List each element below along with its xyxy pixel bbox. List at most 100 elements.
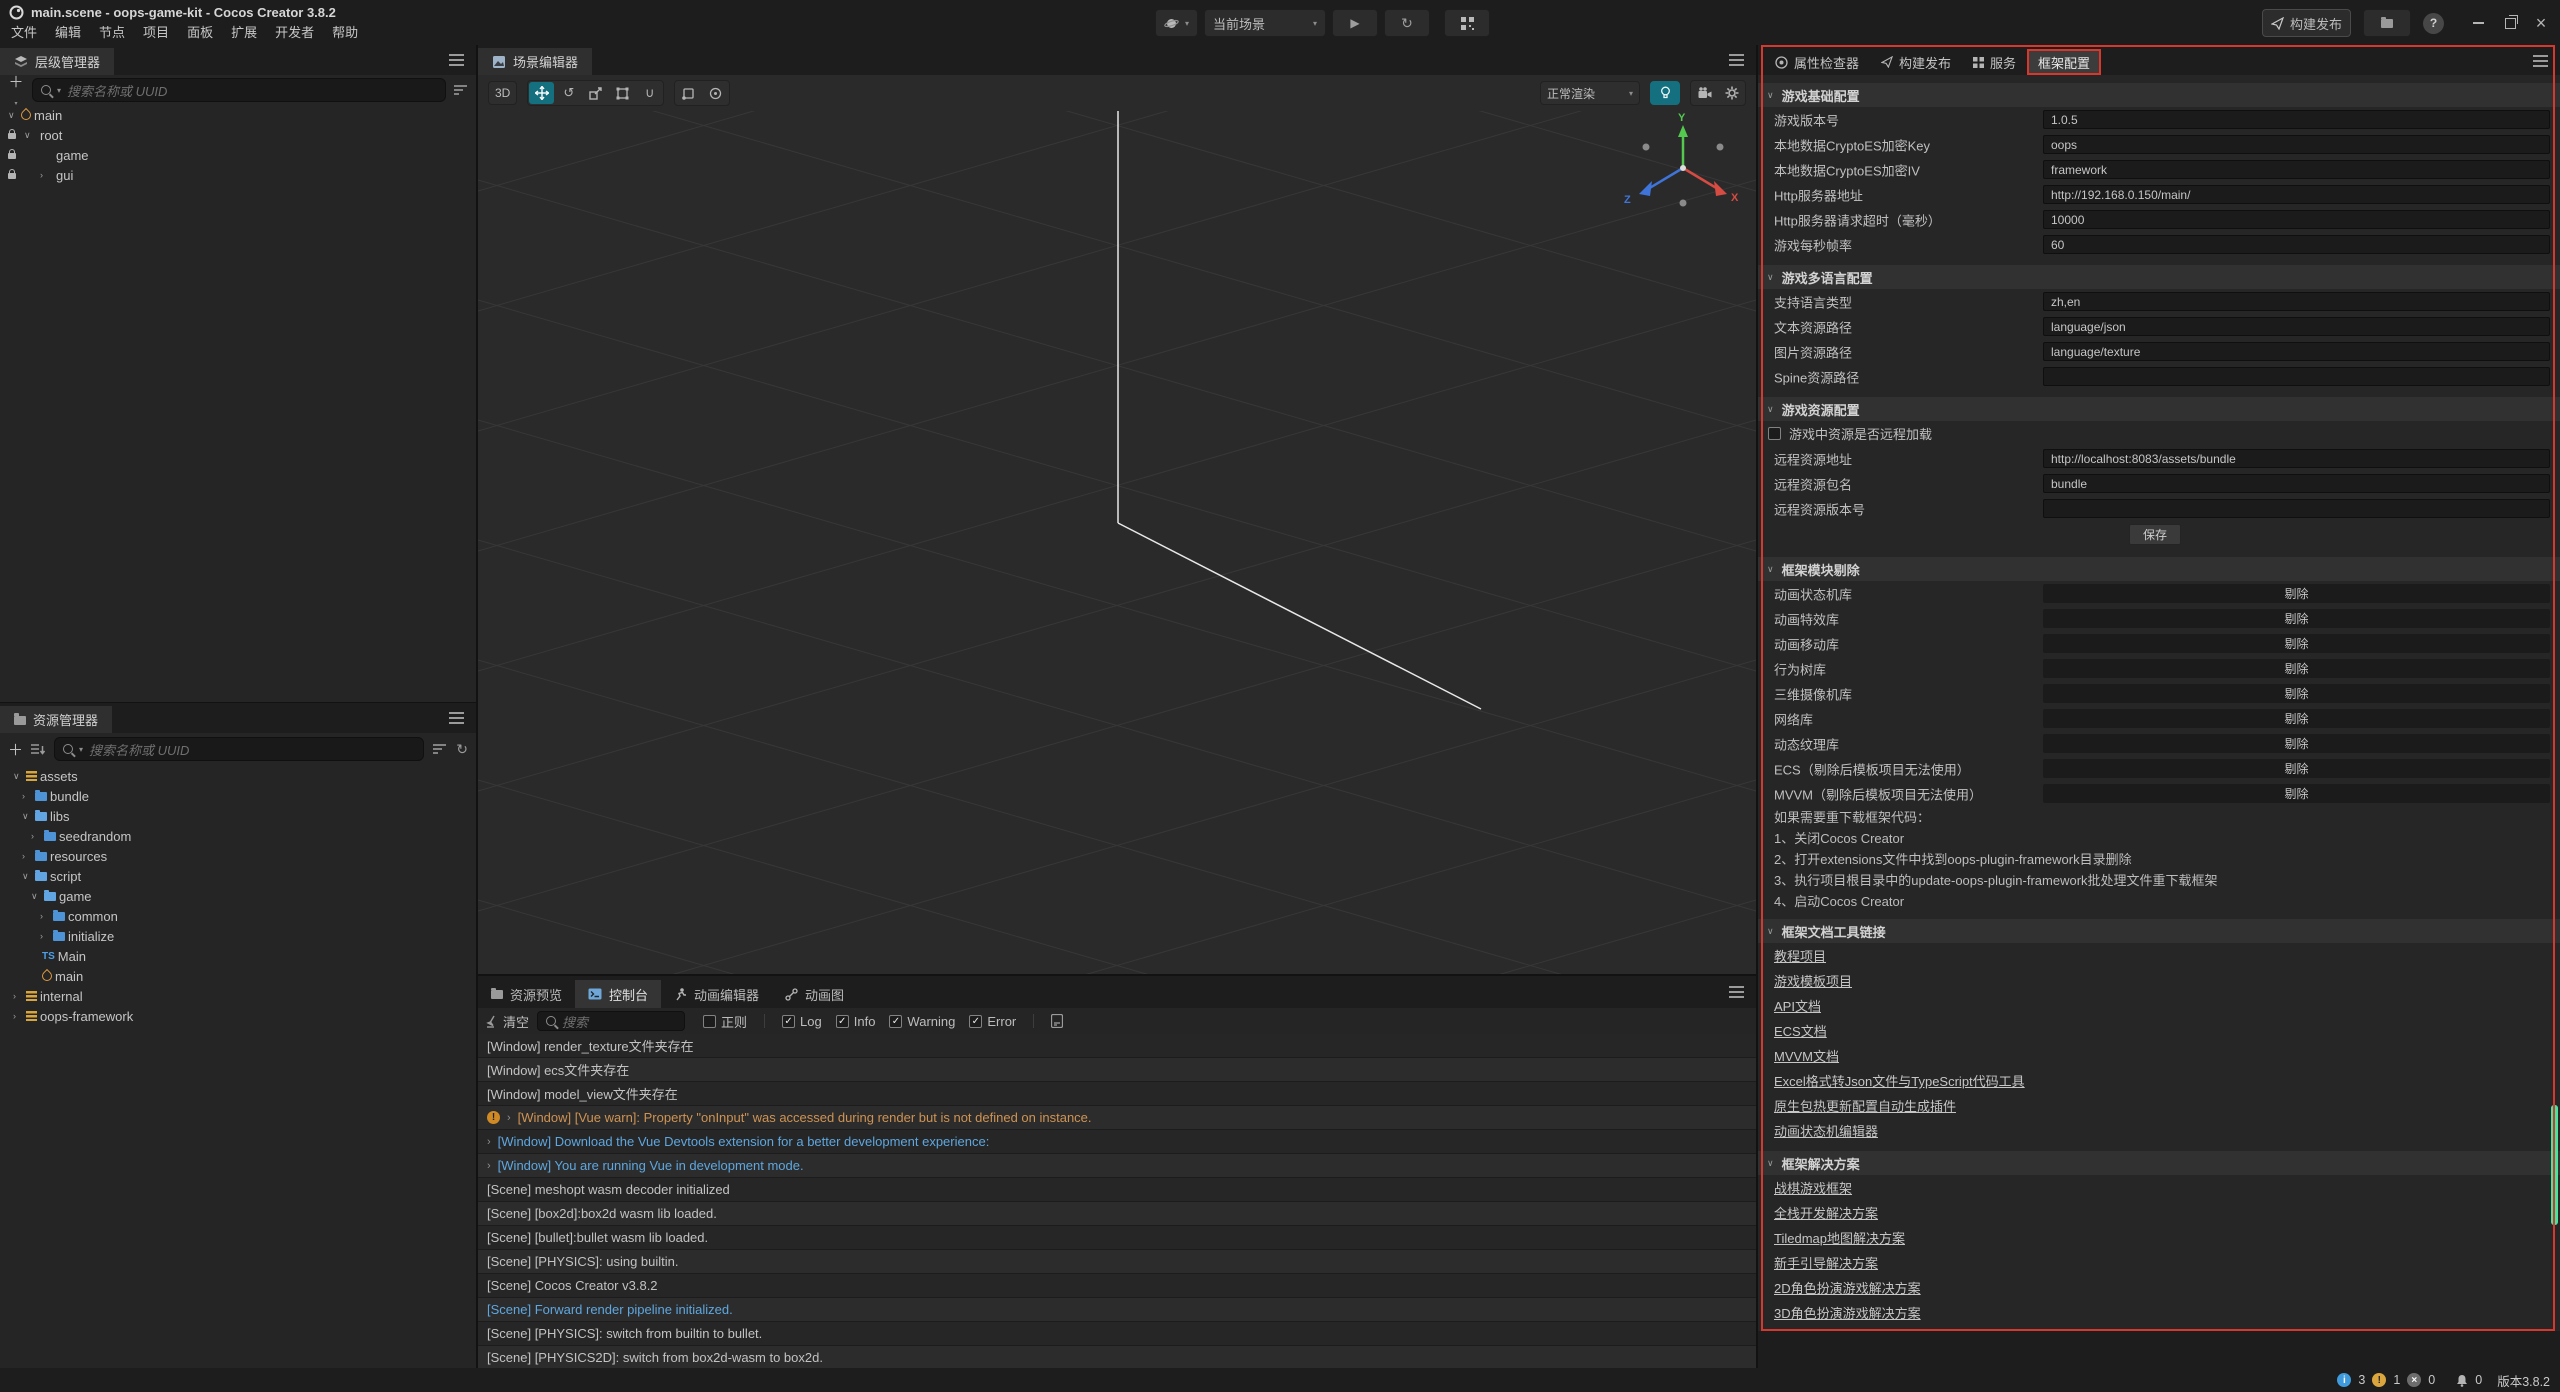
tree-arrow-icon[interactable]: ∨ bbox=[22, 811, 35, 822]
tree-arrow-icon[interactable]: › bbox=[40, 931, 53, 941]
menu-item-3[interactable]: 项目 bbox=[134, 23, 178, 43]
cull-module-button[interactable]: 剔除 bbox=[2043, 659, 2550, 678]
scene-select-dropdown[interactable]: 当前场景 ▾ bbox=[1204, 9, 1326, 37]
bell-icon[interactable] bbox=[2456, 1374, 2468, 1387]
doc-link[interactable]: 游戏模板项目 bbox=[1774, 971, 1852, 990]
cull-module-button[interactable]: 剔除 bbox=[2043, 584, 2550, 603]
tab-animation-editor[interactable]: 动画编辑器 bbox=[661, 980, 772, 1008]
section-header-2[interactable]: ∨游戏资源配置 bbox=[1758, 397, 2560, 421]
doc-link[interactable]: Tiledmap地图解决方案 bbox=[1774, 1228, 1905, 1247]
scale-tool[interactable] bbox=[583, 82, 608, 104]
console-search-input[interactable]: 搜索 bbox=[537, 1011, 685, 1031]
cull-module-button[interactable]: 剔除 bbox=[2043, 784, 2550, 803]
warning-count-icon[interactable]: ! bbox=[2372, 1373, 2386, 1387]
doc-link[interactable]: 战棋游戏框架 bbox=[1774, 1178, 1852, 1197]
remote-load-checkbox[interactable] bbox=[1768, 427, 1781, 440]
preview-target-button[interactable]: ▾ bbox=[1155, 9, 1198, 37]
help-button[interactable]: ? bbox=[2423, 13, 2444, 34]
tree-arrow-icon[interactable]: ∨ bbox=[22, 871, 35, 882]
save-button[interactable]: 保存 bbox=[2129, 524, 2181, 545]
cull-module-button[interactable]: 剔除 bbox=[2043, 759, 2550, 778]
rotate-tool[interactable]: ↺ bbox=[556, 82, 581, 104]
tree-arrow-icon[interactable]: › bbox=[22, 851, 35, 861]
asset-node-script[interactable]: ∨script bbox=[0, 866, 476, 886]
cull-module-button[interactable]: 剔除 bbox=[2043, 634, 2550, 653]
section-header-3[interactable]: ∨框架模块剔除 bbox=[1758, 557, 2560, 581]
regex-checkbox[interactable] bbox=[703, 1015, 716, 1028]
scene-tab[interactable]: 场景编辑器 bbox=[478, 48, 592, 75]
close-button[interactable]: × bbox=[2532, 13, 2550, 34]
log-row-2[interactable]: [Window] model_view文件夹存在 bbox=[478, 1082, 1756, 1106]
hierarchy-search-input[interactable]: ▾ 搜索名称或 UUID bbox=[32, 78, 446, 102]
tree-arrow-icon[interactable]: › bbox=[40, 911, 53, 921]
filter-checkbox-log[interactable] bbox=[782, 1015, 795, 1028]
tree-arrow-icon[interactable]: › bbox=[22, 791, 35, 801]
hierarchy-node-gui[interactable]: ›gui bbox=[0, 165, 476, 185]
camera-view-button[interactable] bbox=[1692, 82, 1717, 104]
tree-arrow-icon[interactable]: ∨ bbox=[8, 110, 21, 121]
field-input-0-5[interactable] bbox=[2043, 235, 2550, 254]
scene-viewport[interactable]: Y X Z bbox=[478, 111, 1756, 974]
section-header-4[interactable]: ∨框架文档工具链接 bbox=[1758, 919, 2560, 943]
tab-animation-graph[interactable]: 动画图 bbox=[772, 980, 857, 1008]
log-row-8[interactable]: [Scene] [bullet]:bullet wasm lib loaded. bbox=[478, 1226, 1756, 1250]
mode-2d3d-toggle[interactable]: 3D bbox=[488, 81, 517, 105]
scene-settings-button[interactable] bbox=[1719, 82, 1744, 104]
tab-console[interactable]: 控制台 bbox=[575, 980, 661, 1008]
asset-node-internal[interactable]: ›internal bbox=[0, 986, 476, 1006]
log-row-12[interactable]: [Scene] [PHYSICS]: switch from builtin t… bbox=[478, 1322, 1756, 1346]
tab-service[interactable]: 服务 bbox=[1962, 49, 2027, 75]
log-row-4[interactable]: ›[Window] Download the Vue Devtools exte… bbox=[478, 1130, 1756, 1154]
asset-node-main[interactable]: main bbox=[0, 966, 476, 986]
report-icon[interactable] bbox=[1051, 1014, 1063, 1028]
section-header-0[interactable]: ∨游戏基础配置 bbox=[1758, 83, 2560, 107]
doc-link[interactable]: Excel格式转Json文件与TypeScript代码工具 bbox=[1774, 1071, 2025, 1090]
doc-link[interactable]: API文档 bbox=[1774, 996, 1821, 1015]
section-header-1[interactable]: ∨游戏多语言配置 bbox=[1758, 265, 2560, 289]
doc-link[interactable]: 教程项目 bbox=[1774, 946, 1826, 965]
doc-link[interactable]: 2D角色扮演游戏解决方案 bbox=[1774, 1278, 1921, 1297]
asset-node-seedrandom[interactable]: ›seedrandom bbox=[0, 826, 476, 846]
menu-item-5[interactable]: 扩展 bbox=[222, 23, 266, 43]
info-count-icon[interactable]: i bbox=[2337, 1373, 2351, 1387]
assets-menu-icon[interactable] bbox=[449, 712, 464, 714]
field-input-0-1[interactable] bbox=[2043, 135, 2550, 154]
tree-arrow-icon[interactable]: ∨ bbox=[24, 130, 37, 141]
cull-module-button[interactable]: 剔除 bbox=[2043, 734, 2550, 753]
restore-button[interactable] bbox=[2500, 18, 2520, 29]
tab-build[interactable]: 构建发布 bbox=[1870, 49, 1962, 75]
cull-module-button[interactable]: 剔除 bbox=[2043, 609, 2550, 628]
sort-icon[interactable] bbox=[31, 743, 45, 755]
tree-arrow-icon[interactable]: › bbox=[13, 991, 26, 1001]
inspector-scrollbar-thumb[interactable] bbox=[2551, 1105, 2558, 1225]
doc-link[interactable]: ECS文档 bbox=[1774, 1021, 1827, 1040]
log-row-6[interactable]: [Scene] meshopt wasm decoder initialized bbox=[478, 1178, 1756, 1202]
restart-button[interactable]: ↻ bbox=[1384, 9, 1430, 37]
menu-item-2[interactable]: 节点 bbox=[90, 23, 134, 43]
field-input-2-3[interactable] bbox=[2043, 499, 2550, 518]
error-count-icon[interactable]: × bbox=[2407, 1373, 2421, 1387]
filter-checkbox-error[interactable] bbox=[969, 1015, 982, 1028]
build-publish-button[interactable]: 构建发布 bbox=[2262, 9, 2351, 37]
clear-console-button[interactable]: 清空 bbox=[486, 1012, 529, 1031]
field-input-1-0[interactable] bbox=[2043, 292, 2550, 311]
create-asset-button[interactable]: ＋ bbox=[8, 739, 22, 760]
asset-node-common[interactable]: ›common bbox=[0, 906, 476, 926]
play-button[interactable]: ▶ bbox=[1332, 9, 1378, 37]
filter-icon[interactable] bbox=[433, 743, 447, 755]
log-row-13[interactable]: [Scene] [PHYSICS2D]: switch from box2d-w… bbox=[478, 1346, 1756, 1368]
tree-arrow-icon[interactable]: ∨ bbox=[13, 771, 26, 782]
coordinate-toggle[interactable] bbox=[703, 82, 728, 104]
preview-qr-button[interactable] bbox=[1444, 9, 1490, 37]
tab-asset-preview[interactable]: 资源预览 bbox=[478, 980, 575, 1008]
asset-node-oops-framework[interactable]: ›oops-framework bbox=[0, 1006, 476, 1026]
refresh-icon[interactable]: ↻ bbox=[456, 741, 468, 758]
log-row-1[interactable]: [Window] ecs文件夹存在 bbox=[478, 1058, 1756, 1082]
tree-arrow-icon[interactable]: › bbox=[13, 1011, 26, 1021]
log-row-7[interactable]: [Scene] [box2d]:box2d wasm lib loaded. bbox=[478, 1202, 1756, 1226]
field-input-1-3[interactable] bbox=[2043, 367, 2550, 386]
log-row-3[interactable]: !›[Window] [Vue warn]: Property "onInput… bbox=[478, 1106, 1756, 1130]
field-input-0-3[interactable] bbox=[2043, 185, 2550, 204]
asset-node-game[interactable]: ∨game bbox=[0, 886, 476, 906]
asset-node-bundle[interactable]: ›bundle bbox=[0, 786, 476, 806]
